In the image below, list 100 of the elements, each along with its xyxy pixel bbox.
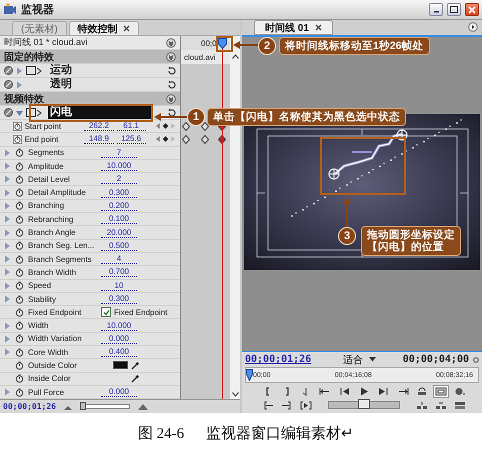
stopwatch-icon[interactable]: [14, 266, 25, 278]
effect-name[interactable]: 透明: [48, 78, 74, 91]
property-value[interactable]: 4: [101, 254, 137, 264]
effect-name[interactable]: 运动: [48, 64, 74, 77]
zoom-slider-thumb[interactable]: [80, 402, 86, 410]
effect-toggle-icon[interactable]: [4, 108, 13, 117]
stopwatch-icon[interactable]: [14, 240, 25, 252]
keyframe-navigator-icon[interactable]: [154, 135, 176, 144]
stopwatch-icon[interactable]: [14, 187, 25, 198]
scroll-down-icon[interactable]: [232, 392, 239, 397]
reset-icon[interactable]: [167, 108, 176, 118]
property-value[interactable]: 7: [101, 148, 137, 158]
section-header[interactable]: 视频特效: [0, 92, 180, 106]
step-forward-icon[interactable]: [377, 386, 390, 396]
property-value[interactable]: 0.100: [101, 214, 137, 224]
property-value[interactable]: 10.000: [101, 320, 137, 331]
property-name: Branch Angle: [28, 228, 77, 238]
collapse-icon[interactable]: [166, 38, 176, 48]
property-value[interactable]: 2: [101, 174, 137, 184]
effect-toggle-icon[interactable]: [4, 66, 13, 75]
property-value[interactable]: 262.2: [84, 121, 114, 132]
current-timecode[interactable]: 00;00;01;26: [245, 354, 312, 365]
panel-tab[interactable]: 特效控制: [68, 21, 139, 35]
go-to-previous-edit-icon[interactable]: [262, 400, 274, 410]
stopwatch-icon[interactable]: [14, 346, 25, 358]
effect-toggle-icon[interactable]: [4, 80, 13, 89]
stopwatch-icon[interactable]: [14, 333, 25, 344]
timecode[interactable]: 00;00;01;26: [3, 402, 56, 411]
go-to-next-edit-icon[interactable]: [280, 400, 293, 410]
color-swatch[interactable]: [113, 361, 128, 370]
tab-close-icon[interactable]: [314, 24, 322, 31]
loop-icon[interactable]: [416, 386, 428, 396]
stopwatch-icon[interactable]: [14, 227, 25, 238]
minimize-button[interactable]: [429, 3, 443, 16]
property-value[interactable]: 0.700: [101, 267, 137, 278]
property-value[interactable]: 0.400: [101, 347, 137, 358]
property-name: Detail Amplitude: [28, 188, 87, 198]
extract-icon[interactable]: [435, 400, 448, 410]
property-value[interactable]: 0.300: [101, 188, 137, 198]
property-value[interactable]: 0.000: [101, 334, 137, 344]
property-value[interactable]: 0.500: [101, 240, 137, 251]
property-value[interactable]: 0.000: [101, 387, 137, 398]
stopwatch-icon[interactable]: [14, 320, 25, 332]
stopwatch-icon[interactable]: [14, 360, 25, 371]
maximize-button[interactable]: [447, 3, 461, 16]
eyedropper-icon[interactable]: [131, 360, 140, 370]
panel-tab[interactable]: 时间线 01: [254, 20, 333, 35]
stopwatch-icon[interactable]: [14, 254, 25, 265]
settings-icon[interactable]: [473, 356, 479, 362]
collapse-icon[interactable]: [166, 52, 176, 62]
scroll-up-icon[interactable]: [232, 54, 239, 59]
tab-close-icon[interactable]: [122, 25, 130, 32]
stopwatch-icon[interactable]: [14, 214, 25, 225]
stopwatch-icon[interactable]: [14, 386, 25, 398]
dropdown-caret-icon[interactable]: [369, 357, 376, 362]
stopwatch-icon[interactable]: [14, 147, 25, 158]
step-back-icon[interactable]: [338, 386, 351, 396]
stopwatch-icon[interactable]: [14, 373, 25, 384]
checkbox[interactable]: [101, 307, 111, 318]
stopwatch-icon[interactable]: [14, 306, 25, 318]
safe-margins-icon[interactable]: [433, 384, 450, 398]
figure-number: 图 24-6: [138, 424, 184, 442]
disclosure-triangle-icon[interactable]: [16, 108, 23, 116]
zoom-slider-track[interactable]: [80, 404, 130, 409]
lightning-drawing[interactable]: [328, 130, 408, 180]
play-in-to-out-icon[interactable]: [300, 400, 312, 410]
shuttle-slider-track[interactable]: [328, 401, 400, 409]
stopwatch-icon[interactable]: [14, 294, 25, 304]
stopwatch-icon[interactable]: [14, 280, 25, 292]
go-to-in-icon[interactable]: [319, 386, 332, 396]
lift-icon[interactable]: [416, 400, 428, 410]
property-value[interactable]: 61.1: [116, 121, 146, 132]
stopwatch-icon[interactable]: [14, 174, 25, 185]
stopwatch-icon[interactable]: [14, 200, 25, 212]
zoom-in-icon[interactable]: [138, 403, 148, 410]
panel-menu-icon[interactable]: [468, 22, 478, 32]
shuttle-slider-thumb[interactable]: [358, 399, 370, 409]
animation-stopwatch-icon[interactable]: [12, 120, 22, 132]
close-button[interactable]: [465, 3, 479, 16]
playhead-icon[interactable]: [246, 369, 253, 381]
eyedropper-icon[interactable]: [131, 374, 140, 384]
property-value[interactable]: 0.300: [101, 294, 137, 304]
zoom-dropdown[interactable]: 适合: [343, 352, 364, 366]
stopwatch-icon[interactable]: [14, 160, 25, 172]
go-to-out-icon[interactable]: [396, 386, 409, 396]
property-value[interactable]: 148.9: [84, 134, 114, 144]
property-value[interactable]: 125.6: [116, 134, 146, 144]
output-icon[interactable]: [454, 386, 466, 396]
effect-name[interactable]: 闪电: [48, 106, 152, 119]
property-value[interactable]: 0.200: [101, 200, 137, 211]
keyframe-navigator-icon[interactable]: [154, 122, 176, 130]
property-value[interactable]: 10: [101, 280, 137, 291]
zoom-out-icon[interactable]: [64, 404, 72, 410]
panel-tab[interactable]: (无素材): [12, 21, 67, 35]
section-header[interactable]: 固定的特效: [0, 50, 180, 64]
property-value[interactable]: 20.000: [101, 228, 137, 238]
trim-icon[interactable]: [454, 400, 466, 410]
collapse-icon[interactable]: [166, 94, 176, 104]
animation-stopwatch-icon[interactable]: [12, 134, 22, 145]
property-value[interactable]: 10.000: [101, 161, 137, 172]
